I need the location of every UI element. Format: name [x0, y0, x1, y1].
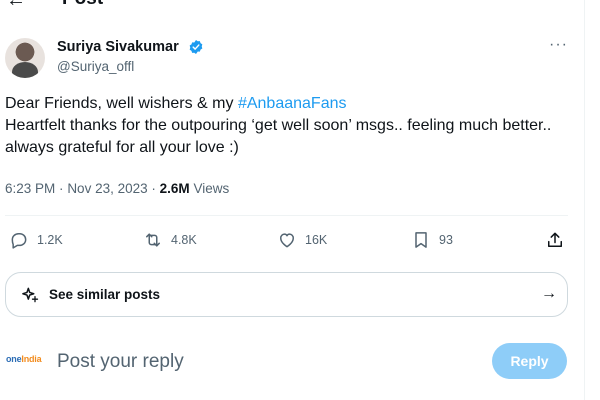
reply-button[interactable]: 1.2K [9, 226, 63, 254]
page-header: ← Post [0, 0, 585, 12]
bookmark-count: 93 [439, 233, 453, 247]
bookmark-button[interactable]: 93 [411, 226, 453, 254]
sparkle-icon [22, 287, 39, 303]
see-similar-posts-label: See similar posts [49, 287, 161, 302]
hashtag-link[interactable]: #AnbaanaFans [238, 95, 347, 112]
more-icon[interactable]: ··· [549, 36, 568, 54]
back-arrow-icon[interactable]: ← [6, 0, 26, 10]
repost-icon [146, 233, 160, 247]
avatar[interactable] [5, 38, 45, 78]
meta-separator: · [59, 181, 64, 196]
tweet-text: Dear Friends, well wishers & my #Anbaana… [5, 93, 575, 159]
repost-button[interactable]: 4.8K [143, 226, 197, 254]
views-count: 2.6M [159, 181, 190, 196]
author-handle[interactable]: @Suriya_offl [57, 59, 134, 74]
meta-separator: · [151, 181, 156, 196]
arrow-right-icon: → [541, 285, 557, 302]
share-button[interactable] [545, 226, 565, 254]
reply-count: 1.2K [37, 233, 63, 247]
repost-count: 4.8K [171, 233, 197, 247]
tweet-line2: Heartfelt thanks for the outpouring ‘get… [5, 117, 552, 156]
verified-icon [189, 40, 203, 54]
views-label: Views [193, 181, 230, 196]
see-similar-posts-button[interactable]: See similar posts → [5, 272, 568, 317]
author-name[interactable]: Suriya Sivakumar [57, 39, 179, 55]
tweet-meta: 6:23 PM · Nov 23, 2023 · 2.6M Views [5, 181, 229, 196]
reply-icon [11, 233, 27, 249]
oneindia-logo: oneIndia [6, 354, 42, 364]
action-bar: 1.2K 4.8K 16K 93 [0, 226, 585, 254]
tweet-line1: Dear Friends, well wishers & my [5, 95, 238, 112]
reply-submit-button[interactable]: Reply [492, 343, 567, 379]
reply-input[interactable]: Post your reply [57, 351, 184, 373]
tweet-time[interactable]: 6:23 PM [5, 181, 55, 196]
like-count: 16K [305, 233, 328, 247]
like-icon [280, 233, 294, 248]
page-title: Post [62, 0, 103, 10]
tweet-date[interactable]: Nov 23, 2023 [67, 181, 147, 196]
column-divider [584, 0, 585, 400]
like-button[interactable]: 16K [277, 226, 327, 254]
bookmark-icon [415, 232, 427, 248]
divider [5, 215, 568, 216]
share-icon [548, 232, 562, 247]
